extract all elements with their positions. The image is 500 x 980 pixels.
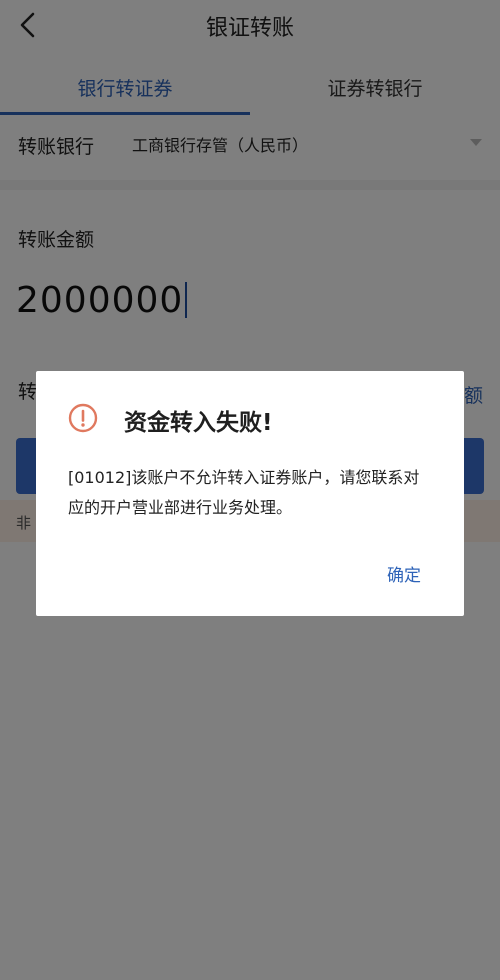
dialog-title: 资金转入失败!	[124, 410, 273, 436]
dialog-ok-button[interactable]: 确定	[376, 561, 432, 591]
dialog-message: [01012]该账户不允许转入证券账户，请您联系对应的开户营业部进行业务处理。	[68, 468, 420, 517]
transfer-failed-dialog: 资金转入失败! [01012]该账户不允许转入证券账户，请您联系对应的开户营业部…	[36, 371, 464, 616]
exclamation-circle-icon	[68, 403, 98, 433]
